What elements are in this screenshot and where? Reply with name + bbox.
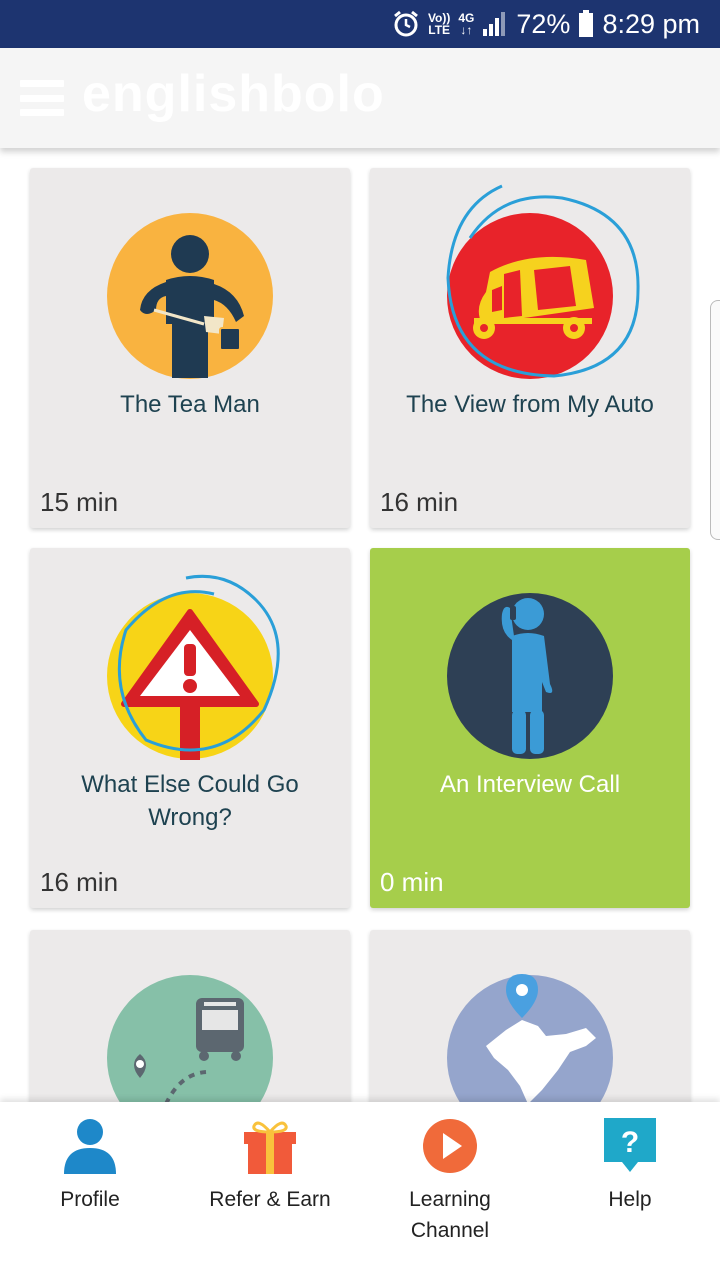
lesson-duration: 16 min [380, 487, 459, 517]
lesson-title: An Interview Call [439, 771, 621, 798]
nav-label: Refer & Earn [209, 1188, 331, 1211]
nav-profile[interactable]: Profile [0, 1102, 180, 1280]
profile-icon [64, 1119, 116, 1174]
scribble-annotation [117, 574, 280, 752]
lesson-title: The Tea Man [120, 391, 260, 418]
scribble-annotation [446, 184, 640, 378]
phone-call-person-icon [446, 592, 614, 760]
lesson-card-view-from-auto[interactable]: The View from My Auto 16 min [370, 168, 690, 528]
battery-percent: 72% [516, 8, 571, 39]
status-bar: Vo)) LTE 4G ↓↑ 72% 8:29 pm [0, 0, 720, 48]
lesson-card-tea-man[interactable]: The Tea Man 15 min [30, 168, 350, 528]
lesson-duration: 15 min [40, 487, 119, 517]
svg-text:?: ? [621, 1126, 639, 1159]
network-indicator: Vo)) LTE [428, 12, 450, 36]
bus-route-icon [106, 974, 274, 1102]
lesson-card-bus-route[interactable] [30, 930, 350, 1102]
data-arrows-label: ↓↑ [460, 23, 473, 37]
menu-icon[interactable] [20, 80, 64, 116]
lesson-card-interview-call[interactable]: An Interview Call 0 min [370, 548, 690, 908]
scroll-handle[interactable] [710, 300, 720, 540]
lte-label: LTE [428, 23, 451, 37]
lesson-grid: The Tea Man 15 min The View from My Auto… [0, 148, 720, 1102]
nav-learning-channel[interactable]: Learning Channel [360, 1102, 540, 1280]
lesson-title: What Else Could Go Wrong? [81, 771, 299, 831]
lesson-card-india-map[interactable] [370, 930, 690, 1102]
nav-help[interactable]: ? Help [540, 1102, 720, 1280]
clock: 8:29 pm [602, 8, 700, 39]
alarm-icon [394, 10, 418, 37]
nav-refer-earn[interactable]: Refer & Earn [180, 1102, 360, 1280]
brand-logo: englishbolo [82, 65, 385, 123]
nav-label: Learning Channel [409, 1188, 491, 1242]
lesson-card-what-else-could-go-wrong[interactable]: What Else Could Go Wrong? 16 min [30, 548, 350, 908]
gift-icon [244, 1121, 296, 1174]
play-icon [423, 1119, 477, 1173]
signal-icon [483, 12, 506, 36]
nav-label: Profile [60, 1188, 120, 1211]
battery-icon [579, 10, 594, 37]
lesson-duration: 0 min [380, 867, 444, 897]
data-indicator: 4G ↓↑ [458, 12, 474, 36]
help-icon: ? [604, 1118, 656, 1172]
lesson-duration: 16 min [40, 867, 119, 897]
lesson-title: The View from My Auto [406, 391, 654, 418]
app-bar: englishbolo [0, 48, 720, 148]
nav-label: Help [608, 1188, 652, 1211]
bottom-nav: Profile Refer & Earn Learning Channel ? … [0, 1102, 720, 1280]
india-map-icon [446, 974, 614, 1102]
tea-man-icon [106, 212, 274, 380]
